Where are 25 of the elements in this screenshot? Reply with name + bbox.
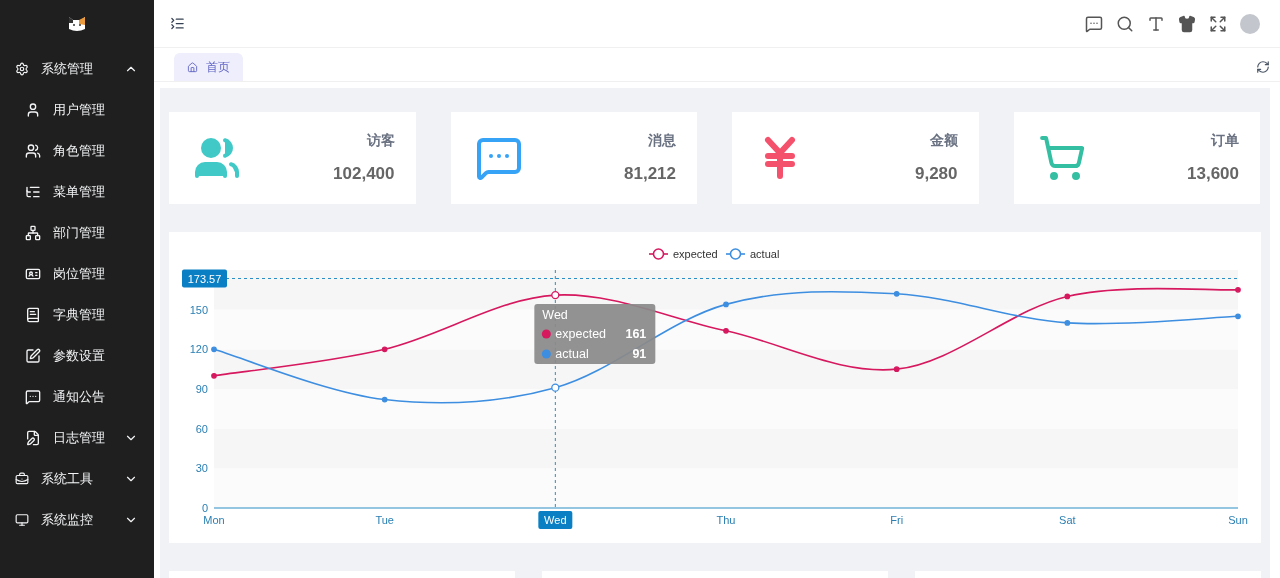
stat-label: 金额 [929,130,958,150]
stat-value: 9,280 [914,162,958,185]
axis-tick-label: 90 [195,383,208,395]
axis-tick-label: Fri [890,514,904,526]
stat-value: 13,600 [1187,162,1239,185]
stat-value: 102,400 [333,162,395,185]
axis-tick-label: 60 [195,422,208,435]
axis-tick-label: Sat [1059,514,1076,526]
ref-line-label: 173.57 [187,272,222,285]
axis-tick-label: Thu [716,514,736,526]
axis-tick-label: Mon [203,514,225,526]
axis-pointer-label: 173.57 [182,269,227,288]
tooltip: Wed expected 161 actual 91 [534,304,656,364]
axis-tick-label: Tue [375,514,394,526]
axis-pointer-label: Wed [538,511,573,529]
axis-tick-label: 150 [189,303,208,316]
axis-tick-label: 120 [189,343,208,356]
axis-tick-label: Sun [1228,514,1248,526]
stat-label: 消息 [648,130,676,150]
stat-label: 订单 [1211,130,1239,150]
stat-label: 访客 [366,130,395,150]
axis-tick-label: 0 [201,502,208,514]
ref-line-label: Wed [542,308,568,322]
axis-tick-label: 30 [195,462,208,475]
stat-value: 81,212 [624,162,676,185]
